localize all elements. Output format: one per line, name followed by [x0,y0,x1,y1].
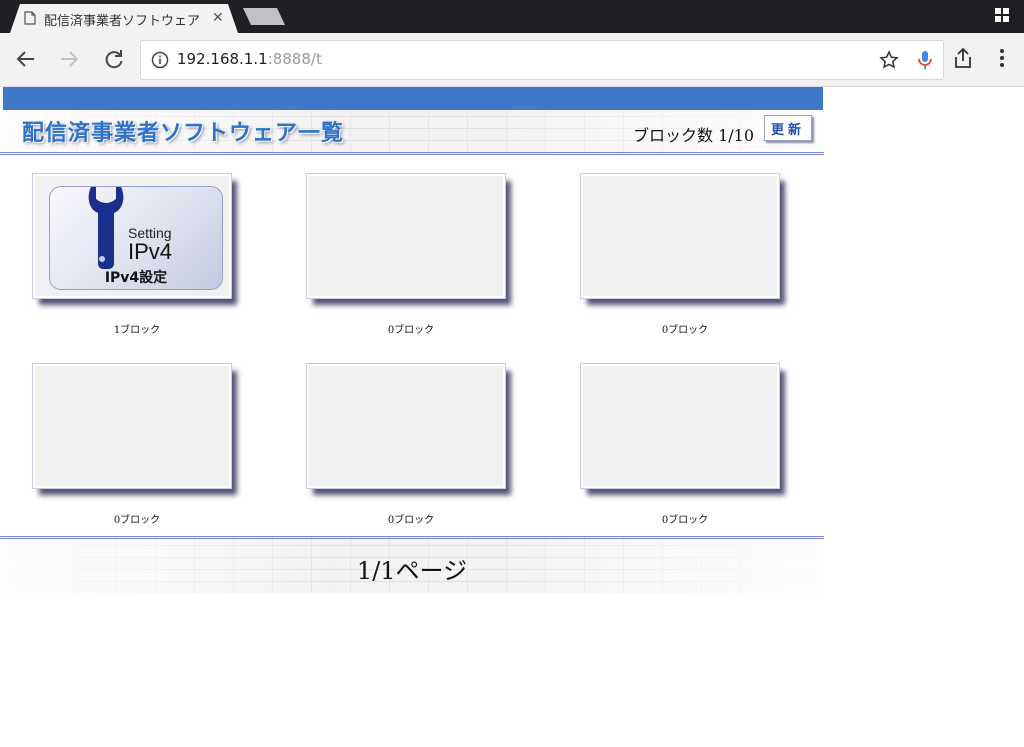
tile-label: 0ブロック [387,325,435,336]
share-icon[interactable] [952,46,974,70]
tile-card[interactable] [580,363,780,489]
tile-ipv4-text: IPv4 [128,239,173,264]
microphone-icon[interactable] [915,49,935,71]
tile-card[interactable] [32,363,232,489]
tile-caption: IPv4設定 [104,270,168,286]
tile-label: 0ブロック [387,515,435,526]
block-count: ブロック数 1/10 [633,126,755,145]
tile-label: 0ブロック [661,325,709,336]
reload-icon[interactable] [101,46,127,72]
browser-toolbar: 192.168.1.1:8888/t [0,33,1024,87]
tile-label: 0ブロック [113,515,161,526]
tile-card[interactable] [306,173,506,299]
tile-label: 1ブロック [113,325,161,336]
forward-arrow-icon[interactable] [56,46,82,72]
more-menu-icon[interactable] [992,47,1012,69]
browser-tab[interactable]: 配信済事業者ソフトウェア ✕ [10,4,238,33]
tile-card[interactable]: Setting IPv4 IPv4設定 [32,173,232,299]
tile-card[interactable] [306,363,506,489]
tile-card[interactable] [580,173,780,299]
bookmark-star-icon[interactable] [879,50,899,70]
tab-strip: 配信済事業者ソフトウェア ✕ [0,0,1024,33]
new-tab-button[interactable] [243,8,285,25]
page-header: 配信済事業者ソフトウェア一覧 ブロック数 1/10 更新 [0,110,824,155]
back-arrow-icon[interactable] [13,46,39,72]
tile-label: 0ブロック [661,515,709,526]
url-text[interactable]: 192.168.1.1:8888/t [177,50,322,68]
wrench-icon [88,187,124,269]
info-icon[interactable] [151,51,169,69]
url-host: 192.168.1.1 [177,50,268,68]
tab-title: 配信済事業者ソフトウェア [44,14,201,29]
tab-switcher-icon[interactable] [994,7,1010,23]
url-path: :8888/t [267,50,322,68]
page-content: 配信済事業者ソフトウェア一覧 ブロック数 1/10 更新 Setting IPv… [0,87,1024,747]
page-footer: 1/1ページ [0,536,824,593]
document-icon [24,11,36,25]
ipv4-setting-tile[interactable]: Setting IPv4 IPv4設定 [49,186,223,290]
pagination-text: 1/1ページ [356,557,468,585]
refresh-button[interactable]: 更新 [764,115,812,141]
address-bar[interactable]: 192.168.1.1:8888/t [140,40,944,80]
page-title: 配信済事業者ソフトウェア一覧 [22,121,345,146]
close-tab-icon[interactable]: ✕ [212,10,224,26]
header-color-bar [3,87,823,110]
